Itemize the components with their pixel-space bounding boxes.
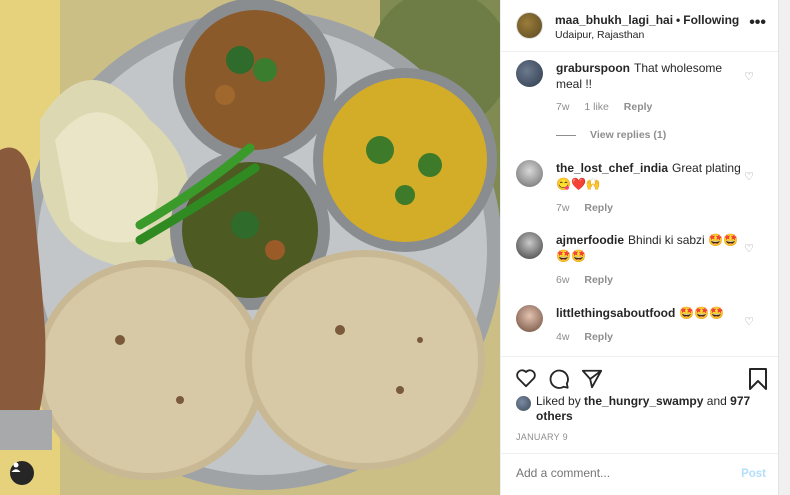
post-details-panel: maa_bhukh_lagi_hai • Following Udaipur, Ra… (500, 0, 778, 495)
user-icon (11, 462, 21, 472)
reply-button[interactable]: Reply (584, 274, 613, 286)
commenter-avatar[interactable] (516, 60, 543, 87)
commenter-username[interactable]: littlethingsaboutfood (556, 306, 675, 320)
more-options-icon[interactable]: ••• (749, 14, 766, 32)
comment-text: ajmerfoodie Bhindi ki sabzi 🤩🤩🤩🤩 (556, 232, 742, 264)
post-photo[interactable] (0, 0, 500, 495)
reply-button[interactable]: Reply (584, 202, 613, 214)
comment-meta: 7w Reply (556, 202, 625, 214)
save-bookmark-icon[interactable] (748, 368, 768, 390)
post-date[interactable]: JANUARY 9 (516, 432, 568, 442)
author-avatar[interactable] (516, 12, 543, 39)
food-thali-image (0, 0, 500, 495)
like-comment-heart-icon[interactable]: ♡ (744, 315, 754, 328)
view-replies-button[interactable]: View replies (1) (556, 129, 666, 141)
window-scrollbar[interactable] (778, 0, 790, 495)
commenter-avatar[interactable] (516, 232, 543, 259)
commenter-username[interactable]: graburspoon (556, 61, 630, 75)
author-line: maa_bhukh_lagi_hai • Following (555, 13, 739, 27)
post-comment-button[interactable]: Post (741, 468, 766, 480)
comment-text: graburspoon That wholesome meal !! (556, 60, 742, 92)
post-location[interactable]: Udaipur, Rajasthan (555, 29, 644, 41)
follow-status-button[interactable]: Following (683, 13, 739, 27)
commenter-username[interactable]: ajmerfoodie (556, 233, 624, 247)
comment-age: 6w (556, 274, 570, 286)
separator-dot: • (676, 13, 681, 27)
comment-item: the_lost_chef_india Great plating 😋❤️🙌 ♡ … (516, 160, 766, 220)
comment-likes-count[interactable]: 1 like (584, 101, 609, 113)
tagged-users-button[interactable] (10, 461, 34, 485)
comment-item: ajmerfoodie Bhindi ki sabzi 🤩🤩🤩🤩 ♡ 6w Rep… (516, 232, 766, 292)
comment-age: 4w (556, 331, 570, 343)
commenter-username[interactable]: the_lost_chef_india (556, 161, 668, 175)
likes-and: and (706, 394, 727, 408)
comment-item: littlethingsaboutfood 🤩🤩🤩 ♡ 4w Reply (516, 305, 766, 355)
view-replies-label: View replies (1) (590, 129, 667, 141)
comment-bubble-icon[interactable] (548, 368, 570, 390)
reply-button[interactable]: Reply (624, 101, 653, 113)
comment-meta: 6w Reply (556, 274, 625, 286)
like-comment-heart-icon[interactable]: ♡ (744, 242, 754, 255)
comment-age: 7w (556, 101, 570, 113)
comment-meta: 7w 1 like Reply (556, 101, 664, 113)
author-username[interactable]: maa_bhukh_lagi_hai (555, 13, 673, 27)
liker-avatar[interactable] (516, 396, 531, 411)
commenter-avatar[interactable] (516, 160, 543, 187)
comment-meta: 4w Reply (556, 331, 625, 343)
liker-username[interactable]: the_hungry_swampy (584, 394, 703, 408)
comment-body: 🤩🤩🤩 (679, 306, 725, 320)
post-header: maa_bhukh_lagi_hai • Following Udaipur, Ra… (501, 0, 778, 52)
reply-button[interactable]: Reply (584, 331, 613, 343)
commenter-avatar[interactable] (516, 305, 543, 332)
view-replies-line (556, 134, 576, 136)
add-comment-input[interactable] (516, 466, 716, 480)
comments-list: graburspoon That wholesome meal !! ♡ 7w 1… (501, 52, 778, 356)
add-comment-bar: Post (501, 453, 778, 495)
comment-age: 7w (556, 202, 570, 214)
share-direct-icon[interactable] (581, 368, 603, 390)
likes-prefix: Liked by (536, 394, 581, 408)
like-comment-heart-icon[interactable]: ♡ (744, 170, 754, 183)
comment-text: the_lost_chef_india Great plating 😋❤️🙌 (556, 160, 742, 192)
like-heart-icon[interactable] (515, 368, 537, 388)
comment-text: littlethingsaboutfood 🤩🤩🤩 (556, 305, 742, 321)
likes-summary: Liked by the_hungry_swampy and 977 other… (516, 394, 766, 424)
like-comment-heart-icon[interactable]: ♡ (744, 70, 754, 83)
likes-text: Liked by the_hungry_swampy and 977 other… (516, 394, 766, 424)
